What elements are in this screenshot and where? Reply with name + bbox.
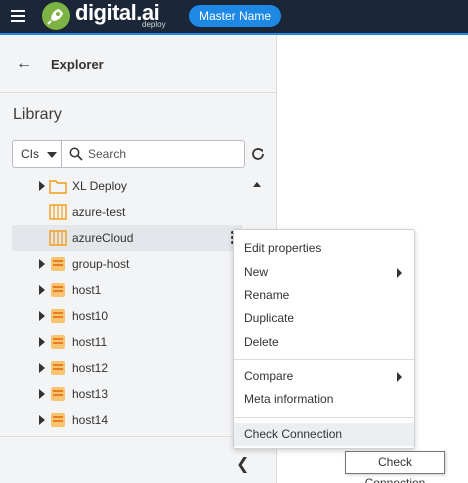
tree-item-host14[interactable]: host14	[12, 407, 242, 433]
menu-item-rename[interactable]: Rename	[234, 284, 414, 307]
tree-item-label: host10	[72, 309, 109, 323]
brand-subtitle: deploy	[142, 20, 166, 29]
rocket-logo-icon	[42, 2, 70, 30]
host-icon	[51, 257, 65, 271]
context-menu: Edit properties New Rename Duplicate Del…	[233, 229, 415, 449]
tree-item-label: host11	[72, 335, 108, 349]
search-box	[61, 140, 245, 168]
tree-item-label: host12	[72, 361, 109, 375]
expand-arrow-icon[interactable]	[39, 259, 45, 269]
menu-item-edit-properties[interactable]: Edit properties	[234, 237, 414, 260]
hamburger-menu-icon[interactable]	[11, 10, 25, 22]
tree-item-host1[interactable]: host1	[12, 277, 242, 303]
menu-separator	[234, 359, 414, 360]
master-name-button[interactable]: Master Name	[189, 5, 281, 27]
host-icon	[51, 361, 65, 375]
tree-item-azurecloud[interactable]: azureCloud	[12, 225, 242, 251]
scroll-up-arrow-icon[interactable]	[253, 182, 261, 187]
menu-item-delete[interactable]: Delete	[234, 331, 414, 354]
expand-arrow-icon[interactable]	[39, 337, 45, 347]
ci-type-select-value: CIs	[21, 147, 39, 161]
infrastructure-icon	[49, 204, 67, 220]
top-bar: digital.ai deploy Master Name	[0, 0, 468, 33]
tree-item-group-host[interactable]: group-host	[12, 251, 242, 277]
search-icon	[69, 147, 83, 161]
explorer-title: Explorer	[51, 57, 104, 72]
menu-item-label: Meta information	[244, 392, 334, 406]
tree-item-label: azure-test	[72, 205, 126, 219]
expand-arrow-icon[interactable]	[39, 415, 45, 425]
tree-item-host12[interactable]: host12	[12, 355, 242, 381]
tree-item-host11[interactable]: host11	[12, 329, 242, 355]
caret-down-icon	[47, 152, 57, 158]
menu-separator	[234, 417, 414, 418]
menu-item-label: Duplicate	[244, 311, 295, 325]
tree-item-label: host1	[72, 283, 102, 297]
menu-item-check-connection[interactable]: Check Connection	[234, 423, 414, 446]
tree-item-label: group-host	[72, 257, 130, 271]
menu-item-label: Edit properties	[244, 241, 322, 255]
expand-arrow-icon[interactable]	[39, 389, 45, 399]
menu-item-label: Compare	[244, 369, 294, 383]
submenu-arrow-icon	[397, 372, 402, 382]
host-icon	[51, 413, 65, 427]
tree-item-label: host14	[72, 413, 109, 427]
menu-item-new[interactable]: New	[234, 261, 414, 284]
expand-arrow-icon[interactable]	[39, 311, 45, 321]
tree-item-label: XL Deploy	[72, 179, 127, 193]
host-icon	[51, 309, 65, 323]
expand-arrow-icon[interactable]	[39, 363, 45, 373]
tree-item-xl-deploy[interactable]: XL Deploy	[12, 173, 242, 199]
tree-item-host10[interactable]: host10	[12, 303, 242, 329]
menu-item-compare[interactable]: Compare	[234, 365, 414, 388]
collapse-panel-chevron-icon[interactable]: ❮	[236, 454, 249, 474]
folder-icon	[49, 180, 67, 194]
menu-item-label: New	[244, 265, 269, 279]
host-icon	[51, 387, 65, 401]
menu-item-meta-information[interactable]: Meta information	[234, 388, 414, 411]
refresh-icon[interactable]	[250, 146, 266, 162]
tree-item-host13[interactable]: host13	[12, 381, 242, 407]
search-input[interactable]	[88, 144, 238, 164]
tree-item-azure-test[interactable]: azure-test	[12, 199, 242, 225]
menu-item-label: Delete	[244, 335, 279, 349]
host-icon	[51, 335, 65, 349]
ci-type-select[interactable]: CIs	[12, 140, 62, 168]
library-title: Library	[13, 106, 62, 123]
tree-item-label: host13	[72, 387, 109, 401]
tooltip: Check Connection	[345, 451, 445, 483]
submenu-arrow-icon	[397, 268, 402, 278]
back-arrow-icon[interactable]: ←	[16, 55, 32, 73]
tree-item-label: azureCloud	[72, 231, 134, 245]
host-icon	[51, 283, 65, 297]
menu-item-duplicate[interactable]: Duplicate	[234, 307, 414, 330]
search-row: CIs	[12, 140, 245, 168]
divider	[0, 92, 276, 93]
menu-item-label: Check Connection	[244, 427, 343, 441]
menu-item-label: Rename	[244, 288, 290, 302]
expand-arrow-icon[interactable]	[39, 285, 45, 295]
infrastructure-icon	[49, 230, 67, 246]
ci-tree: XL Deploy azure-test azureCloud group-ho…	[12, 173, 264, 430]
expand-arrow-icon[interactable]	[39, 181, 45, 191]
